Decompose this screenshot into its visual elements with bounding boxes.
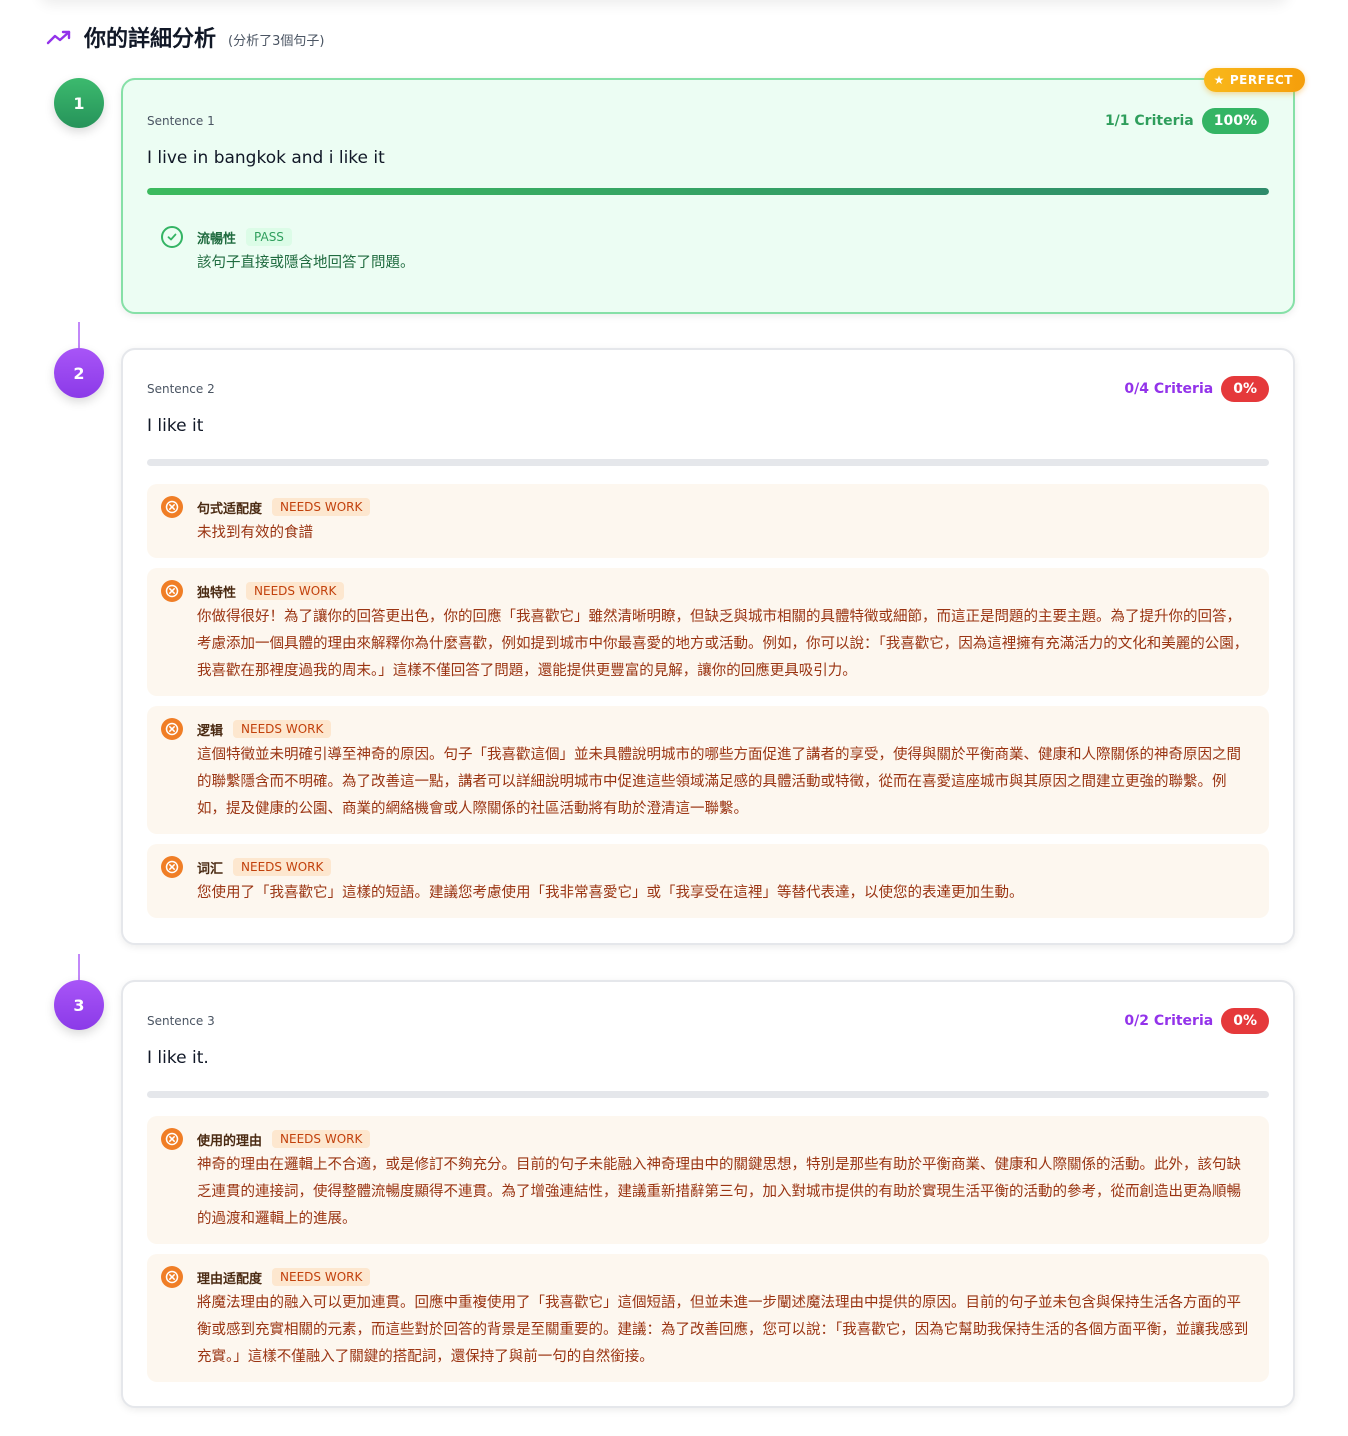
step-number-2: 2 (54, 348, 104, 398)
criterion-name: 独特性 (197, 585, 237, 601)
criterion-name: 词汇 (197, 861, 224, 877)
x-circle-icon (161, 1128, 183, 1150)
criteria-count: 1/1 Criteria (1104, 113, 1194, 129)
analysis-header: 你的詳細分析 (分析了3個句子) (46, 22, 324, 52)
sentence-label: Sentence 2 (147, 382, 215, 396)
criterion-name: 流暢性 (197, 231, 237, 247)
trending-up-icon (46, 30, 71, 45)
criterion-feedback: 神奇的理由在邏輯上不合適，或是修訂不夠充分。目前的句子未能融入神奇理由中的關鍵思… (197, 1157, 1241, 1227)
score-progress-bar (147, 1091, 1269, 1098)
x-circle-icon (161, 1266, 183, 1288)
criterion-status-tag: NEEDS WORK (272, 1268, 371, 1286)
x-circle-icon (161, 496, 183, 518)
sentence-label: Sentence 1 (147, 114, 215, 128)
criterion-item: 词汇 NEEDS WORK 您使用了「我喜歡它」這樣的短語。建議您考慮使用「我非… (147, 844, 1269, 918)
criteria-count: 0/2 Criteria (1124, 1013, 1214, 1029)
criteria-count: 0/4 Criteria (1124, 381, 1214, 397)
timeline-connector (78, 954, 80, 980)
criterion-item: 逻辑 NEEDS WORK 這個特徵並未明確引導至神奇的原因。句子「我喜歡這個」… (147, 706, 1269, 834)
criterion-name: 句式适配度 (197, 501, 263, 517)
sentence-label: Sentence 3 (147, 1014, 215, 1028)
score-percent-badge: 0% (1221, 376, 1269, 402)
criterion-name: 使用的理由 (197, 1133, 263, 1149)
criterion-item: 流暢性 PASS 該句子直接或隱含地回答了問題。 (147, 216, 1269, 291)
sentence-card-1: ★ PERFECT Sentence 1 1/1 Criteria 100% I… (121, 68, 1305, 314)
page-title: 你的詳細分析 (84, 27, 217, 52)
score-progress-fill (147, 188, 1269, 195)
sentence-text: I like it (147, 416, 204, 436)
sentence-text: I live in bangkok and i like it (147, 148, 385, 168)
check-circle-icon (161, 226, 183, 248)
x-circle-icon (161, 580, 183, 602)
perfect-badge: ★ PERFECT (1203, 68, 1305, 92)
criterion-name: 逻辑 (197, 723, 224, 739)
criterion-feedback: 該句子直接或隱含地回答了問題。 (197, 255, 415, 271)
star-icon: ★ (1213, 73, 1225, 87)
sentence-card-2: Sentence 2 0/4 Criteria 0% I like it 句式适… (121, 348, 1295, 945)
page-subtitle: (分析了3個句子) (228, 33, 325, 49)
timeline-connector (78, 322, 80, 348)
criterion-item: 句式适配度 NEEDS WORK 未找到有效的食譜 (147, 484, 1269, 558)
criterion-status-tag: NEEDS WORK (272, 498, 371, 516)
criterion-feedback: 這個特徵並未明確引導至神奇的原因。句子「我喜歡這個」並未具體說明城市的哪些方面促… (197, 747, 1241, 817)
sentence-card-3: Sentence 3 0/2 Criteria 0% I like it. 使用… (121, 980, 1295, 1408)
step-number-1: 1 (54, 78, 104, 128)
perfect-badge-label: PERFECT (1229, 73, 1293, 87)
criterion-feedback: 未找到有效的食譜 (197, 525, 313, 541)
criterion-status-tag: NEEDS WORK (272, 1130, 371, 1148)
step-number-3: 3 (54, 980, 104, 1030)
criterion-item: 理由适配度 NEEDS WORK 將魔法理由的融入可以更加連貫。回應中重複使用了… (147, 1254, 1269, 1382)
x-circle-icon (161, 718, 183, 740)
score-progress-bar (147, 459, 1269, 466)
criterion-feedback: 你做得很好！為了讓你的回答更出色，你的回應「我喜歡它」雖然清晰明瞭，但缺乏與城市… (197, 609, 1249, 679)
criterion-feedback: 您使用了「我喜歡它」這樣的短語。建議您考慮使用「我非常喜愛它」或「我享受在這裡」… (197, 885, 1024, 901)
criterion-status-tag: NEEDS WORK (246, 582, 345, 600)
x-circle-icon (161, 856, 183, 878)
criterion-status-tag: PASS (246, 228, 292, 246)
criterion-status-tag: NEEDS WORK (233, 720, 332, 738)
score-percent-badge: 100% (1201, 108, 1269, 134)
score-percent-badge: 0% (1221, 1008, 1269, 1034)
criterion-feedback: 將魔法理由的融入可以更加連貫。回應中重複使用了「我喜歡它」這個短語，但並未進一步… (197, 1295, 1249, 1365)
criterion-status-tag: NEEDS WORK (233, 858, 332, 876)
score-progress-bar (147, 188, 1269, 195)
criterion-item: 使用的理由 NEEDS WORK 神奇的理由在邏輯上不合適，或是修訂不夠充分。目… (147, 1116, 1269, 1244)
criterion-item: 独特性 NEEDS WORK 你做得很好！為了讓你的回答更出色，你的回應「我喜歡… (147, 568, 1269, 696)
sentence-text: I like it. (147, 1048, 209, 1068)
criterion-name: 理由适配度 (197, 1271, 263, 1287)
